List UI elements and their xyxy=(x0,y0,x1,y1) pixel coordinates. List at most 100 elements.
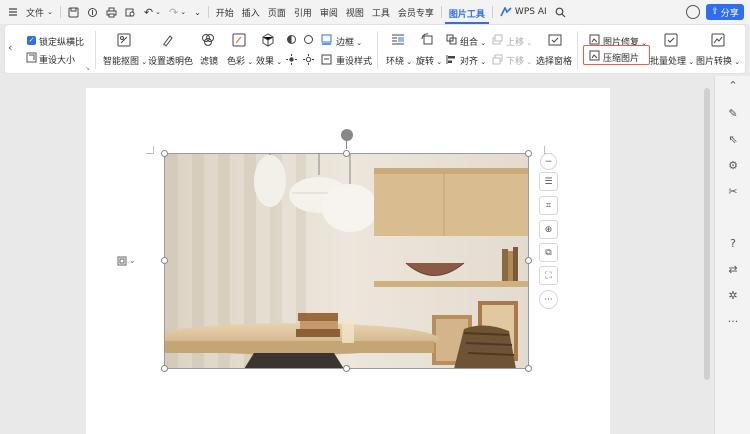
redo-button[interactable]: ↷ ⌄ xyxy=(165,0,190,24)
effects-button[interactable]: 效果 ⌄ xyxy=(256,54,282,67)
filter-icon xyxy=(202,34,214,46)
ribbon-scroll-left[interactable]: ‹ xyxy=(8,41,12,54)
replace-image-tool[interactable]: ⧉ xyxy=(539,243,558,262)
more-icon[interactable]: ··· xyxy=(727,316,739,328)
extract-text-tool[interactable]: ⛶ xyxy=(539,266,558,285)
tab-picture-tools[interactable]: 图片工具 xyxy=(444,4,489,24)
search-icon xyxy=(555,7,566,17)
cloud-sync-icon[interactable] xyxy=(686,5,700,19)
wrap-text-tool[interactable]: ☰ xyxy=(539,172,558,191)
anchor-icon xyxy=(117,256,127,265)
transparent-color-icon xyxy=(163,35,173,47)
tab-membership[interactable]: 会员专享 xyxy=(394,0,438,24)
contrast-icon[interactable] xyxy=(286,34,297,45)
selected-image[interactable] xyxy=(164,153,529,369)
search-button[interactable] xyxy=(551,0,570,24)
batch-process-icon xyxy=(664,33,678,47)
file-menu[interactable]: 文件 ⌄ xyxy=(22,0,57,24)
border-label: 边框 xyxy=(336,38,355,48)
plugins-icon[interactable]: ✲ xyxy=(727,290,739,302)
contrast-down-icon[interactable] xyxy=(303,34,314,45)
reset-size-button[interactable]: 重设大小 xyxy=(39,53,75,66)
chevron-down-icon: ⌄ xyxy=(524,58,533,66)
rotate-button[interactable]: 旋转 ⌄ xyxy=(416,54,442,67)
resize-handle-top-right[interactable] xyxy=(525,150,532,157)
menu-icon[interactable] xyxy=(4,0,22,24)
rotate-handle[interactable] xyxy=(341,129,353,141)
print-button[interactable] xyxy=(102,0,121,24)
resize-handle-bottom[interactable] xyxy=(343,365,350,372)
selection-pane-button[interactable]: 选择窗格 xyxy=(536,54,572,67)
smart-cutout-button[interactable]: 智能抠图 ⌄ xyxy=(103,54,147,67)
resize-handle-top[interactable] xyxy=(343,150,350,157)
more-chevron[interactable]: ⌄ xyxy=(190,0,205,24)
tab-review[interactable]: 审阅 xyxy=(316,0,342,24)
share-button[interactable]: ⇪ 分享 xyxy=(706,4,744,20)
print-preview-button[interactable] xyxy=(121,0,140,24)
more-tools-button[interactable]: ··· xyxy=(539,290,558,309)
compress-image-button[interactable]: 压缩图片 xyxy=(603,51,639,64)
collapse-tools-button[interactable]: − xyxy=(540,153,557,170)
share-icon: ⇪ xyxy=(711,7,719,17)
vertical-scrollbar[interactable] xyxy=(704,88,710,380)
page-corner-mark xyxy=(146,146,154,154)
settings-sliders-icon[interactable]: ⚙ xyxy=(727,160,739,172)
reset-size-icon xyxy=(26,52,37,63)
tab-references[interactable]: 引用 xyxy=(290,0,316,24)
ribbon-group-expand[interactable]: ↘ xyxy=(85,65,90,72)
interior-photo xyxy=(164,153,529,369)
chevron-down-icon: ⌄ xyxy=(139,58,148,66)
save-button[interactable] xyxy=(64,0,83,24)
right-side-panel: ⌃ ✎ ⇖ ⚙ ✂ ? ⇄ ✲ ··· xyxy=(714,76,750,434)
filter-button[interactable]: 滤镜 xyxy=(200,54,218,67)
wrap-button[interactable]: 环绕 ⌄ xyxy=(386,54,412,67)
tab-home[interactable]: 开始 xyxy=(212,0,238,24)
move-up-button[interactable]: 上移 ⌄ xyxy=(506,35,532,48)
divider xyxy=(491,6,493,18)
divider xyxy=(95,31,96,69)
tab-tools[interactable]: 工具 xyxy=(368,0,394,24)
chevron-down-icon: ⌄ xyxy=(194,7,201,17)
chevron-down-icon: ⌄ xyxy=(155,8,161,16)
tab-view[interactable]: 视图 xyxy=(342,0,368,24)
image-anchor-button[interactable]: ⌄ xyxy=(117,253,143,268)
select-icon[interactable]: ⇖ xyxy=(727,134,739,146)
brightness-down-icon[interactable] xyxy=(303,54,314,65)
chevron-down-icon: ⌄ xyxy=(129,256,136,265)
wps-ai-button[interactable]: WPS AI xyxy=(496,0,551,24)
chevron-down-icon: ⌄ xyxy=(404,58,413,66)
border-button[interactable]: 边框 ⌄ xyxy=(336,35,362,48)
translate-icon[interactable]: ⇄ xyxy=(727,264,739,276)
set-transparent-button[interactable]: 设置透明色 xyxy=(148,54,193,67)
group-button[interactable]: 组合 ⌄ xyxy=(460,35,486,48)
tab-insert[interactable]: 插入 xyxy=(238,0,264,24)
wrap-label: 环绕 xyxy=(386,57,405,67)
align-button[interactable]: 对齐 ⌄ xyxy=(460,54,486,67)
resize-handle-right[interactable] xyxy=(525,257,532,264)
color-button[interactable]: 色彩 ⌄ xyxy=(227,54,253,67)
tab-page[interactable]: 页面 xyxy=(264,0,290,24)
brightness-up-icon[interactable] xyxy=(286,54,297,65)
chevron-down-icon: ⌄ xyxy=(245,58,254,66)
resize-handle-bottom-left[interactable] xyxy=(161,365,168,372)
rotate-icon xyxy=(421,33,433,45)
undo-button[interactable]: ↶ ⌄ xyxy=(140,0,165,24)
zoom-tool[interactable]: ⊕ xyxy=(539,220,558,239)
chevron-up-icon[interactable]: ⌃ xyxy=(727,80,739,92)
reset-style-button[interactable]: 重设样式 xyxy=(336,54,372,67)
tools-icon[interactable]: ✂ xyxy=(727,186,739,198)
chevron-down-icon: ⌄ xyxy=(434,58,443,66)
help-icon[interactable]: ? xyxy=(727,238,739,250)
chevron-down-icon: ⌄ xyxy=(732,58,741,66)
crop-tool[interactable]: ⌗ xyxy=(539,196,558,215)
export-icon xyxy=(87,7,97,17)
image-convert-button[interactable]: 图片转换 ⌄ xyxy=(696,54,740,67)
export-pdf-button[interactable] xyxy=(83,0,102,24)
batch-process-button[interactable]: 批量处理 ⌄ xyxy=(650,54,694,67)
lock-ratio-checkbox[interactable]: ✓ xyxy=(27,36,36,45)
resize-handle-top-left[interactable] xyxy=(161,150,168,157)
edit-icon[interactable]: ✎ xyxy=(727,108,739,120)
resize-handle-left[interactable] xyxy=(161,257,168,264)
move-down-button[interactable]: 下移 ⌄ xyxy=(506,54,532,67)
resize-handle-bottom-right[interactable] xyxy=(525,365,532,372)
